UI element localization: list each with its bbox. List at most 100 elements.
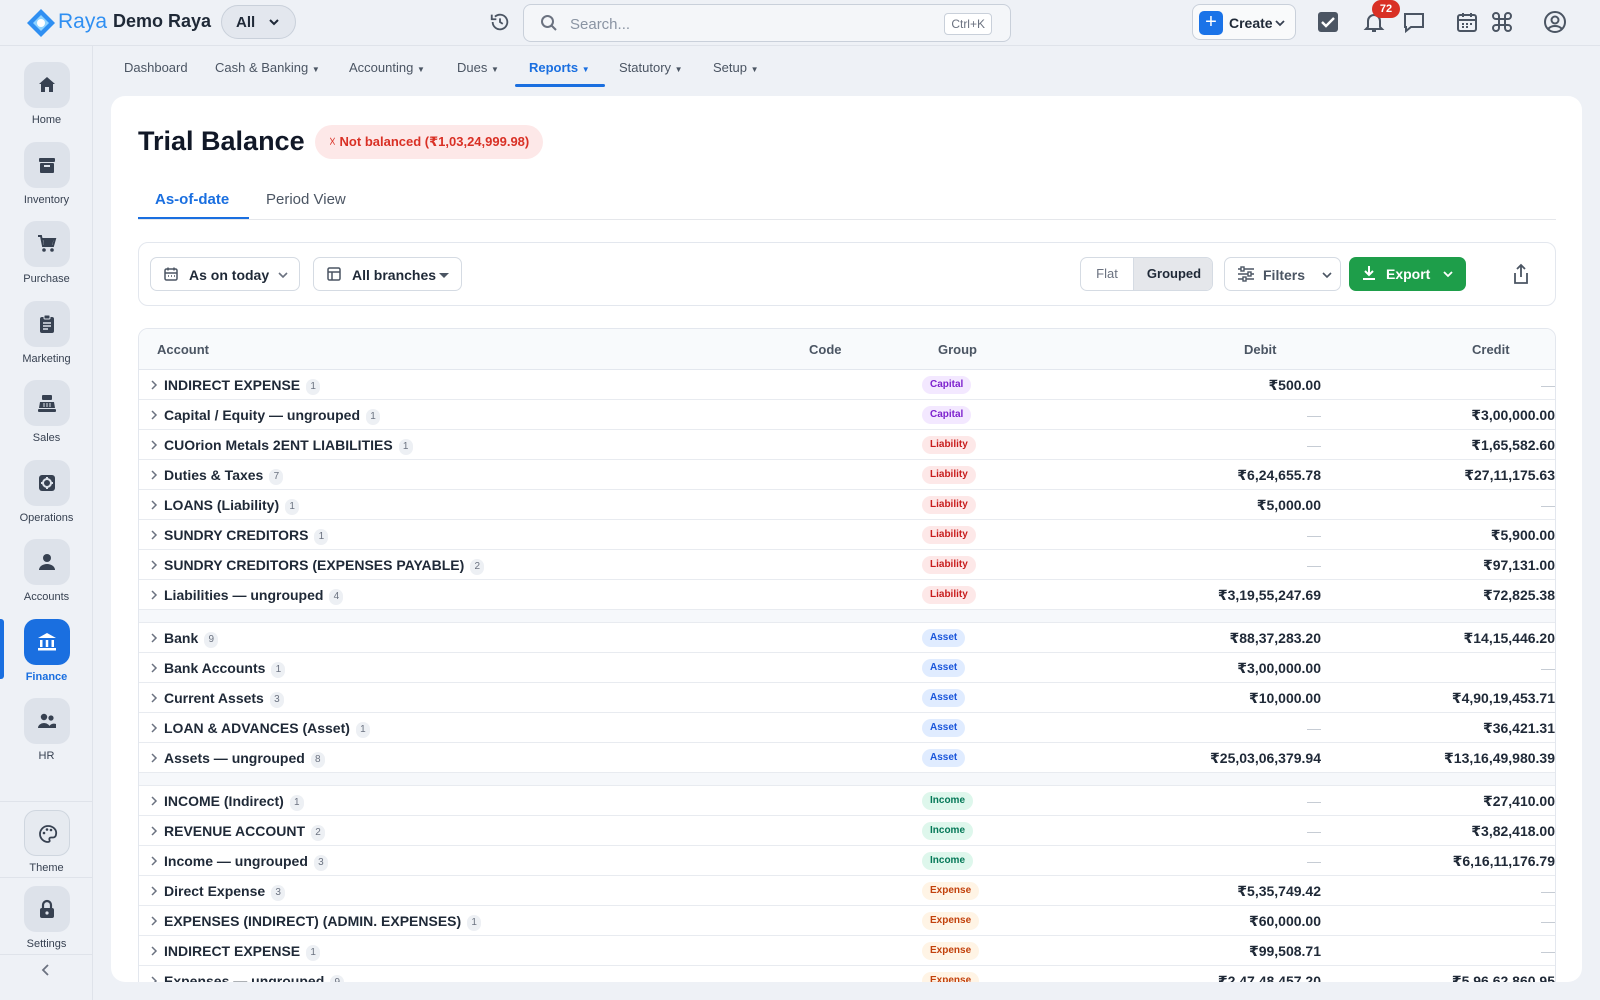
chevron-right-icon[interactable]: [149, 855, 159, 867]
table-row[interactable]: LOAN & ADVANCES (Asset) 1 Asset — ₹36,421.31: [139, 713, 1555, 743]
export-button[interactable]: Export: [1349, 257, 1466, 291]
brand-name[interactable]: Raya: [58, 10, 107, 34]
tab-reports[interactable]: Reports ▼: [529, 60, 590, 75]
column-header-code[interactable]: Code: [809, 342, 842, 357]
table-row[interactable]: Direct Expense 3 Expense ₹5,35,749.42 —: [139, 876, 1555, 906]
chevron-right-icon[interactable]: [149, 945, 159, 957]
account-name[interactable]: INCOME (Indirect) 1: [164, 793, 304, 811]
sidebar-item-inventory[interactable]: Inventory: [0, 142, 93, 218]
chevron-right-icon[interactable]: [149, 632, 159, 644]
tab-accounting[interactable]: Accounting ▼: [349, 60, 425, 75]
account-name[interactable]: Liabilities — ungrouped 4: [164, 587, 344, 605]
account-name[interactable]: SUNDRY CREDITORS 1: [164, 527, 329, 545]
table-row[interactable]: Bank 9 Asset ₹88,37,283.20 ₹14,15,446.20: [139, 623, 1555, 653]
chevron-right-icon[interactable]: [149, 975, 159, 982]
chevron-right-icon[interactable]: [149, 589, 159, 601]
history-icon[interactable]: [489, 11, 511, 33]
tab-period-view[interactable]: Period View: [266, 191, 346, 208]
search-input[interactable]: Search... Ctrl+K: [523, 4, 1011, 42]
account-name[interactable]: SUNDRY CREDITORS (EXPENSES PAYABLE) 2: [164, 557, 485, 575]
sidebar-item-operations[interactable]: Operations: [0, 460, 93, 536]
chevron-right-icon[interactable]: [149, 559, 159, 571]
account-name[interactable]: Assets — ungrouped 8: [164, 750, 325, 768]
tab-dues[interactable]: Dues ▼: [457, 60, 499, 75]
share-icon[interactable]: [1511, 263, 1531, 285]
create-button[interactable]: + Create: [1192, 4, 1296, 40]
sidebar-item-home[interactable]: Home: [0, 62, 93, 138]
account-name[interactable]: REVENUE ACCOUNT 2: [164, 823, 326, 841]
table-row[interactable]: SUNDRY CREDITORS (EXPENSES PAYABLE) 2 Liab…: [139, 550, 1555, 580]
chevron-right-icon[interactable]: [149, 499, 159, 511]
sidebar-item-marketing[interactable]: Marketing: [0, 301, 93, 377]
chevron-right-icon[interactable]: [149, 662, 159, 674]
table-row[interactable]: INDIRECT EXPENSE 1 Capital ₹500.00 —: [139, 370, 1555, 400]
mode-grouped-button[interactable]: Grouped: [1133, 258, 1212, 290]
sidebar-item-accounts[interactable]: Accounts: [0, 539, 93, 615]
account-name[interactable]: Expenses — ungrouped 9: [164, 973, 345, 982]
account-name[interactable]: Current Assets 3: [164, 690, 284, 708]
branch-select-button[interactable]: All branches: [313, 257, 462, 291]
chevron-right-icon[interactable]: [149, 379, 159, 391]
table-row[interactable]: SUNDRY CREDITORS 1 Liability — ₹5,900.00: [139, 520, 1555, 550]
chevron-right-icon[interactable]: [149, 915, 159, 927]
chevron-right-icon[interactable]: [149, 409, 159, 421]
account-name[interactable]: Bank Accounts 1: [164, 660, 286, 678]
account-name[interactable]: INDIRECT EXPENSE 1: [164, 943, 321, 961]
column-header-debit[interactable]: Debit: [1244, 342, 1277, 357]
account-name[interactable]: INDIRECT EXPENSE 1: [164, 377, 321, 395]
chevron-right-icon[interactable]: [149, 825, 159, 837]
table-row[interactable]: CUOrion Metals 2ENT LIABILITIES 1 Liabilit…: [139, 430, 1555, 460]
chevron-right-icon[interactable]: [149, 469, 159, 481]
account-name[interactable]: CUOrion Metals 2ENT LIABILITIES 1: [164, 437, 413, 455]
calendar-icon[interactable]: [1455, 10, 1479, 34]
collapse-sidebar-icon[interactable]: [38, 962, 54, 978]
date-picker-button[interactable]: As on today: [150, 257, 300, 291]
chat-icon[interactable]: [1402, 10, 1426, 34]
chevron-right-icon[interactable]: [149, 795, 159, 807]
table-row[interactable]: Assets — ungrouped 8 Asset ₹25,03,06,379.94…: [139, 743, 1555, 773]
table-row[interactable]: Duties & Taxes 7 Liability ₹6,24,655.78 ₹27,…: [139, 460, 1555, 490]
sidebar-item-hr[interactable]: HR: [0, 698, 93, 774]
chevron-right-icon[interactable]: [149, 722, 159, 734]
chevron-right-icon[interactable]: [149, 885, 159, 897]
table-row[interactable]: INDIRECT EXPENSE 1 Expense ₹99,508.71 —: [139, 936, 1555, 966]
account-name[interactable]: LOAN & ADVANCES (Asset) 1: [164, 720, 370, 738]
table-row[interactable]: Bank Accounts 1 Asset ₹3,00,000.00 —: [139, 653, 1555, 683]
account-name[interactable]: Bank 9: [164, 630, 219, 648]
table-row[interactable]: REVENUE ACCOUNT 2 Income — ₹3,82,418.00: [139, 816, 1555, 846]
account-name[interactable]: LOANS (Liability) 1: [164, 497, 300, 515]
tab-cash-banking[interactable]: Cash & Banking ▼: [215, 60, 320, 75]
table-row[interactable]: EXPENSES (INDIRECT) (ADMIN. EXPENSES) 1 Ex…: [139, 906, 1555, 936]
chevron-right-icon[interactable]: [149, 439, 159, 451]
user-profile-icon[interactable]: [1543, 10, 1567, 34]
account-name[interactable]: EXPENSES (INDIRECT) (ADMIN. EXPENSES) 1: [164, 913, 482, 931]
tab-statutory[interactable]: Statutory ▼: [619, 60, 683, 75]
sidebar-item-settings[interactable]: Settings: [0, 886, 93, 962]
table-row[interactable]: Income — ungrouped 3 Income — ₹6,16,11,176.7…: [139, 846, 1555, 876]
tab-as-of-date[interactable]: As-of-date: [155, 191, 229, 208]
table-row[interactable]: Capital / Equity — ungrouped 1 Capital — ₹3,…: [139, 400, 1555, 430]
table-row[interactable]: Current Assets 3 Asset ₹10,000.00 ₹4,90,19,4…: [139, 683, 1555, 713]
chevron-right-icon[interactable]: [149, 692, 159, 704]
chevron-right-icon[interactable]: [149, 752, 159, 764]
sidebar-item-theme[interactable]: Theme: [0, 810, 93, 886]
chevron-right-icon[interactable]: [149, 529, 159, 541]
table-row[interactable]: Expenses — ungrouped 9 Expense ₹2,47,48,457…: [139, 966, 1555, 982]
command-icon[interactable]: [1490, 10, 1514, 34]
scope-dropdown[interactable]: All: [221, 5, 296, 39]
filters-button[interactable]: Filters: [1224, 257, 1341, 291]
sidebar-item-sales[interactable]: Sales: [0, 380, 93, 456]
tab-setup[interactable]: Setup ▼: [713, 60, 759, 75]
tab-dashboard[interactable]: Dashboard: [124, 60, 188, 75]
account-name[interactable]: Direct Expense 3: [164, 883, 286, 901]
column-header-group[interactable]: Group: [938, 342, 977, 357]
account-name[interactable]: Capital / Equity — ungrouped 1: [164, 407, 380, 425]
tasks-check-icon[interactable]: [1316, 10, 1340, 34]
table-row[interactable]: Liabilities — ungrouped 4 Liability ₹3,19,5…: [139, 580, 1555, 610]
account-name[interactable]: Duties & Taxes 7: [164, 467, 284, 485]
organization-name[interactable]: Demo Raya: [113, 11, 211, 32]
table-row[interactable]: INCOME (Indirect) 1 Income — ₹27,410.00: [139, 786, 1555, 816]
sidebar-item-purchase[interactable]: Purchase: [0, 221, 93, 297]
sidebar-item-finance[interactable]: Finance: [0, 619, 93, 695]
account-name[interactable]: Income — ungrouped 3: [164, 853, 328, 871]
